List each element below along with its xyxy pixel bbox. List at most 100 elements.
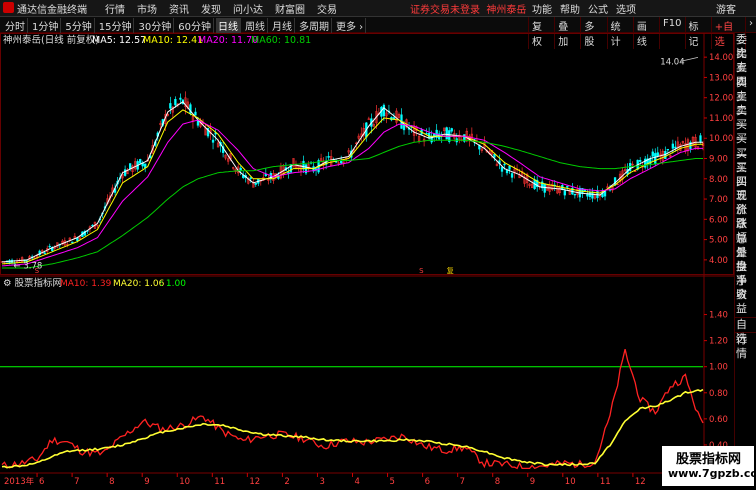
sidebar-item-17[interactable]: 净资 <box>735 274 756 301</box>
sidebar-item-2[interactable]: 卖四 <box>735 61 756 88</box>
indicator-title: ⚙ 股票指标网 <box>3 277 62 289</box>
period-tab-10[interactable]: 更多 › <box>334 18 367 33</box>
period-tabs: 分时 1分钟 5分钟 15分钟 30分钟 60分钟 日线 周线 月线 多周期 更多 › <box>3 18 367 33</box>
main-menu: 行情 市场 资讯 发现 问小达 财富圈 交易 <box>105 1 337 16</box>
period-tab-6[interactable]: 日线 <box>215 18 241 33</box>
candle-body <box>144 163 147 168</box>
chart-area[interactable]: 神州泰岳(日线 前复权) MA5: 12.57 MA10: 12.41 MA20: 1… <box>0 33 734 490</box>
app-logo-icon <box>3 2 14 13</box>
candle-body <box>588 192 592 197</box>
ind-tick-label: 1.20 <box>709 337 728 347</box>
right-menu-item-1[interactable]: 帮助 <box>560 1 580 16</box>
date-tick-label: 6 <box>425 477 430 487</box>
sidebar-item-4[interactable]: 卖二 <box>735 90 756 117</box>
date-tick-label: 7 <box>460 477 465 487</box>
menu-item-2[interactable]: 资讯 <box>169 1 189 16</box>
period-toolbar: 分时 1分钟 5分钟 15分钟 30分钟 60分钟 日线 周线 月线 多周期 更多 › 复权 叠加 多股… <box>0 17 756 49</box>
legend-ma5: MA5: 12.57 <box>92 35 146 46</box>
candle-body <box>505 169 509 174</box>
period-tab-0[interactable]: 分时 <box>3 18 28 33</box>
period-tab-5[interactable]: 60分钟 <box>176 18 214 33</box>
menu-item-1[interactable]: 市场 <box>137 1 157 16</box>
sell-marker: S <box>35 267 40 275</box>
period-tab-2[interactable]: 5分钟 <box>63 18 95 33</box>
menu-item-0[interactable]: 行情 <box>105 1 125 16</box>
period-tab-4[interactable]: 30分钟 <box>136 18 175 33</box>
legend-ma10: MA10: 12.41 <box>143 35 203 46</box>
sidebar-item-0[interactable]: 委比 <box>735 33 756 60</box>
watermark-url: www.7gpzb.com <box>668 467 756 480</box>
sidebar-item-5[interactable]: 卖一 <box>735 104 756 131</box>
period-tab-7[interactable]: 周线 <box>243 18 268 33</box>
sidebar-item-7[interactable]: 买二 <box>735 132 756 159</box>
candle-body <box>510 173 514 178</box>
date-tick-label: 10 <box>179 477 190 487</box>
sidebar-item-21[interactable]: 行情 <box>735 331 756 360</box>
candle-body <box>48 245 51 248</box>
candle-body <box>591 191 594 199</box>
sidebar-item-9[interactable]: 买四 <box>735 161 756 188</box>
price-tick-label: 6.00 <box>709 215 728 225</box>
sidebar-item-6[interactable]: 买一 <box>735 118 756 145</box>
kline-chart[interactable]: 神州泰岳(日线 前复权)MA5: 12.57MA10: 12.41MA20: 1… <box>0 33 734 487</box>
sidebar-item-1[interactable]: 卖五 <box>735 47 756 74</box>
menu-item-3[interactable]: 发现 <box>201 1 221 16</box>
guest-label[interactable]: 游客 <box>716 1 736 16</box>
main-panel-frame <box>0 33 734 275</box>
sidebar-item-11[interactable]: 现价 <box>735 189 756 216</box>
candle-body <box>651 151 654 157</box>
candle-body <box>639 160 642 162</box>
date-tick-label: 6 <box>39 477 44 487</box>
date-tick-label: 11 <box>214 477 225 487</box>
trade-login-notice[interactable]: 证券交易未登录 神州泰岳 <box>410 1 526 16</box>
menu-item-5[interactable]: 财富圈 <box>275 1 305 16</box>
candle-body <box>128 163 132 170</box>
sidebar-item-13[interactable]: 涨幅 <box>735 217 756 244</box>
ind-tick-label: 1.40 <box>709 311 728 321</box>
candle-body <box>508 165 511 170</box>
period-tab-1[interactable]: 1分钟 <box>30 18 62 33</box>
price-tick-label: 4.00 <box>709 256 728 266</box>
price-tick-label: 11.00 <box>709 114 733 124</box>
date-tick-label: 9 <box>144 477 149 487</box>
price-tick-label: 7.00 <box>709 195 728 205</box>
sidebar-item-16[interactable]: 换手 <box>735 260 756 287</box>
sidebar-item-14[interactable]: 总量 <box>735 232 756 259</box>
price-tick-label: 13.00 <box>709 73 733 83</box>
period-tab-8[interactable]: 月线 <box>270 18 295 33</box>
sidebar-item-8[interactable]: 买三 <box>735 147 756 174</box>
period-tab-9[interactable]: 多周期 <box>297 18 332 33</box>
sidebar-item-10[interactable]: 买五 <box>735 175 756 202</box>
sidebar-item-18[interactable]: 收益 <box>735 288 756 315</box>
menu-item-4[interactable]: 问小达 <box>233 1 263 16</box>
right-menu-item-0[interactable]: 功能 <box>532 1 552 16</box>
ma-line-ma10 <box>1 109 703 265</box>
date-tick-label: 9 <box>530 477 535 487</box>
sidebar-item-15[interactable]: 外盘 <box>735 246 756 273</box>
sidebar-item-12[interactable]: 涨跌 <box>735 203 756 230</box>
candle-body <box>450 128 453 132</box>
legend-ma60: MA60: 10.81 <box>251 35 311 46</box>
candle-body <box>71 241 74 244</box>
right-menu-item-2[interactable]: 公式 <box>588 1 608 16</box>
candle-body <box>654 153 657 164</box>
sidebar-item-20[interactable]: 自选 <box>735 316 756 345</box>
candle-body <box>211 139 215 143</box>
date-tick-label: 12 <box>635 477 646 487</box>
mid-marker: 复 <box>447 266 454 275</box>
ind-legend-ma10: MA10: 1.39 <box>60 279 112 289</box>
menu-item-6[interactable]: 交易 <box>317 1 337 16</box>
date-tick-label: 5 <box>390 477 395 487</box>
candle-body <box>91 224 94 227</box>
candle-body <box>500 166 504 172</box>
date-tick-label: 7 <box>74 477 79 487</box>
date-tick-label: 4 <box>355 477 360 487</box>
candle-body <box>169 103 172 109</box>
period-tab-3[interactable]: 15分钟 <box>97 18 135 33</box>
app-name: 通达信金融终端 <box>17 5 87 16</box>
candle-body <box>671 143 674 149</box>
date-tick-label: 3 <box>319 477 324 487</box>
sell-marker-2: S <box>419 267 424 275</box>
right-menu-item-3[interactable]: 选项 <box>616 1 636 16</box>
sidebar-item-3[interactable]: 卖三 <box>735 76 756 103</box>
